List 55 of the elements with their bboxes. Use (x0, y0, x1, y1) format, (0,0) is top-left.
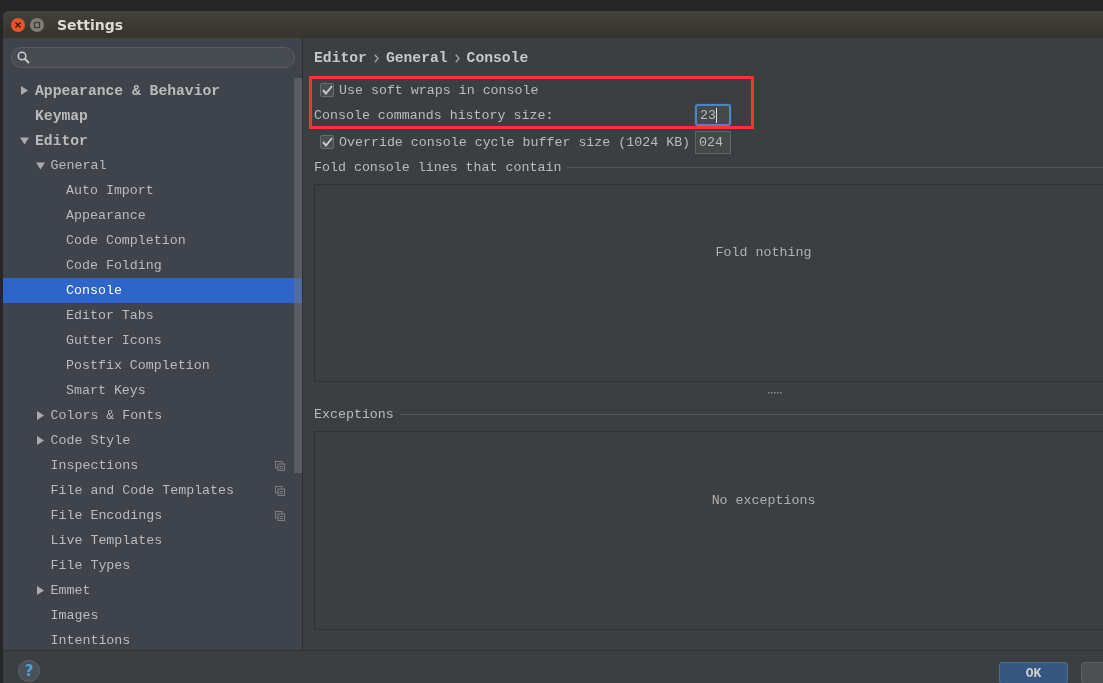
maximize-icon[interactable] (30, 17, 44, 32)
close-icon[interactable] (11, 17, 25, 32)
empty-text: No exceptions (711, 493, 816, 508)
window-title: Settings (57, 16, 124, 33)
section-title: Fold console lines that contain (314, 159, 562, 175)
text-cursor-icon (715, 107, 717, 123)
breadcrumb-item: Editor (314, 50, 367, 66)
tree-item[interactable]: File and Code Templates (3, 478, 302, 503)
tree-item[interactable]: General (3, 153, 302, 178)
tree-item[interactable]: Gutter Icons (3, 328, 302, 353)
caret-right-icon[interactable] (20, 86, 29, 95)
tree-item[interactable]: Editor Tabs (3, 303, 302, 328)
checkbox-label: Use soft wraps in console (339, 82, 539, 98)
chevron-right-icon (373, 53, 379, 63)
caret-down-icon[interactable] (20, 136, 29, 145)
tree-item[interactable]: Live Templates (3, 528, 302, 553)
tree-item[interactable]: Images (3, 603, 302, 628)
tree-item[interactable]: Postfix Completion (3, 353, 302, 378)
tree-item[interactable]: Intentions (3, 628, 302, 653)
caret-right-icon[interactable] (35, 411, 45, 420)
empty-text: Fold nothing (715, 245, 812, 260)
chevron-right-icon (454, 53, 460, 63)
tree-item[interactable]: Code Completion (3, 228, 302, 253)
breadcrumb-item: General (385, 50, 448, 66)
search-icon (17, 51, 30, 64)
tree-item[interactable]: Keymap (3, 103, 302, 128)
tree-item[interactable]: Editor (3, 128, 302, 153)
number-field[interactable]: 024 (695, 130, 731, 154)
tree-item[interactable]: Auto Import (3, 178, 302, 203)
help-button[interactable]: ? (18, 660, 40, 682)
checkbox-label: Override console cycle buffer size (1024 KB) (339, 134, 691, 150)
checkbox[interactable] (320, 135, 334, 149)
tree-item[interactable]: Smart Keys (3, 378, 302, 403)
drag-handle-icon[interactable] (768, 392, 783, 394)
tree-item[interactable]: Appearance (3, 203, 302, 228)
caret-right-icon[interactable] (35, 586, 45, 595)
tree-item[interactable]: File Encodings (3, 503, 302, 528)
tree-item[interactable]: Code Style (3, 428, 302, 453)
dialog-button[interactable]: OK (999, 662, 1068, 683)
caret-down-icon[interactable] (35, 161, 45, 170)
tree-item[interactable]: Inspections (3, 453, 302, 478)
search-field[interactable] (11, 47, 295, 68)
section-title: Exceptions (314, 406, 394, 422)
tree-item[interactable]: Code Folding (3, 253, 302, 278)
checkbox[interactable] (320, 83, 334, 97)
tree-item[interactable]: File Types (3, 553, 302, 578)
tree-item[interactable]: Colors & Fonts (3, 403, 302, 428)
scrollbar[interactable] (294, 78, 302, 473)
field-label: Console commands history size: (314, 107, 554, 123)
number-field[interactable]: 23 (695, 104, 731, 126)
tree-item[interactable]: Appearance & Behavior (3, 78, 302, 103)
breadcrumb-item: Console (466, 50, 529, 66)
caret-right-icon[interactable] (35, 436, 45, 445)
tree-item[interactable]: Emmet (3, 578, 302, 603)
tree-item[interactable]: Console (3, 278, 302, 303)
